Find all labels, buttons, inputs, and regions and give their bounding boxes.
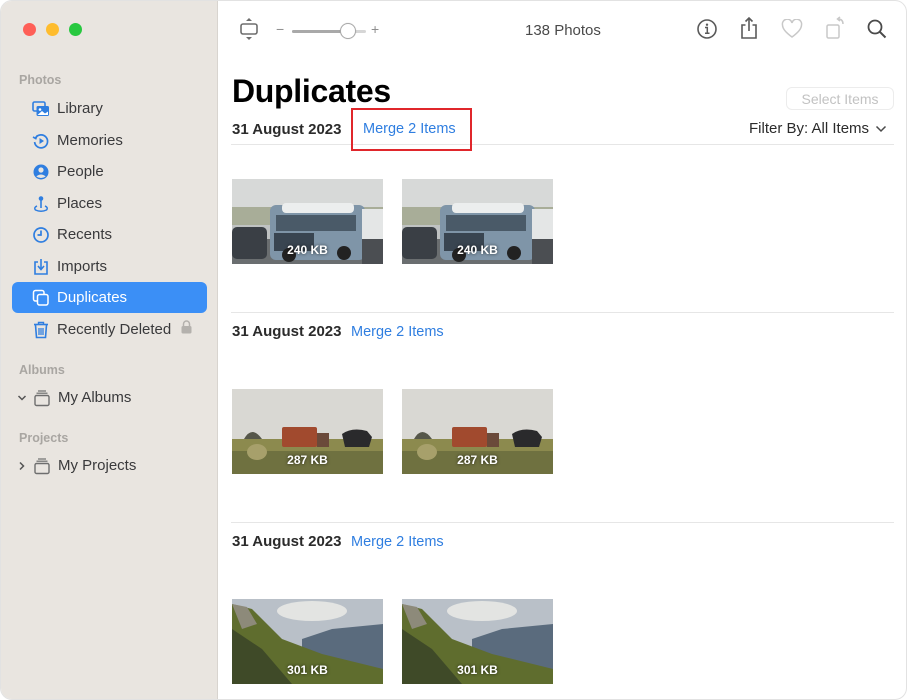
file-size-label: 287 KB [457, 453, 498, 467]
sidebar-item-library[interactable]: Library [12, 93, 207, 124]
file-size-label: 301 KB [457, 663, 498, 677]
group-date: 31 August 2023 [232, 533, 342, 550]
rotate-icon [825, 15, 847, 45]
sidebar-item-my-albums[interactable]: My Albums [12, 382, 207, 413]
sidebar-item-label: My Albums [58, 389, 132, 406]
section-label-photos: Photos [19, 73, 62, 87]
filter-label: Filter By: All Items [749, 120, 870, 137]
merge-items-link[interactable]: Merge 2 Items [351, 324, 444, 340]
file-size-label: 301 KB [287, 663, 328, 677]
window-controls [23, 23, 82, 36]
zoom-slider-knob[interactable] [339, 23, 356, 39]
sidebar-item-label: Recently Deleted [57, 321, 172, 338]
photo-thumbnail[interactable]: 287 KB [232, 389, 383, 474]
library-icon [31, 99, 51, 119]
search-icon [866, 18, 888, 45]
zoom-window-button[interactable] [69, 23, 82, 36]
photo-thumbnail[interactable]: 301 KB [232, 599, 383, 684]
photos-window: Photos Library Memories People Places Re… [0, 0, 907, 700]
aspect-ratio-toggle-button[interactable] [238, 17, 260, 46]
memories-icon [31, 131, 51, 151]
rotate-button[interactable] [824, 15, 848, 45]
divider [231, 522, 894, 523]
lock-icon [181, 320, 192, 339]
sidebar-item-label: Places [57, 195, 103, 212]
filter-dropdown[interactable]: Filter By: All Items [749, 120, 887, 137]
filter-value: All Items [811, 120, 870, 137]
chevron-down-icon[interactable] [17, 393, 27, 403]
info-icon [696, 18, 718, 45]
divider [231, 144, 894, 145]
sidebar-item-recents[interactable]: Recents [12, 219, 207, 250]
sidebar-item-label: Duplicates [57, 289, 128, 306]
sidebar-item-label: People [57, 163, 104, 180]
photo-thumbnail[interactable]: 240 KB [402, 179, 553, 264]
sidebar-item-my-projects[interactable]: My Projects [12, 450, 207, 481]
file-size-label: 287 KB [287, 453, 328, 467]
group-date: 31 August 2023 [232, 121, 342, 138]
section-label-albums: Albums [19, 363, 65, 377]
sidebar-item-label: My Projects [58, 457, 137, 474]
sidebar-item-label: Recents [57, 226, 113, 243]
zoom-in-icon[interactable]: + [371, 21, 379, 37]
places-icon [31, 194, 51, 214]
album-stack-icon [32, 456, 52, 476]
imports-icon [31, 257, 51, 277]
recents-icon [31, 225, 51, 245]
sidebar: Photos Library Memories People Places Re… [1, 1, 218, 699]
sidebar-item-places[interactable]: Places [12, 188, 207, 219]
page-title: Duplicates [232, 73, 391, 109]
share-button[interactable] [737, 16, 761, 45]
album-stack-icon [32, 388, 52, 408]
zoom-out-icon[interactable]: − [276, 21, 284, 37]
group-date: 31 August 2023 [232, 323, 342, 340]
photo-thumbnail[interactable]: 287 KB [402, 389, 553, 474]
photo-thumbnail[interactable]: 240 KB [232, 179, 383, 264]
chevron-right-icon[interactable] [17, 461, 27, 471]
chevron-down-icon [875, 120, 887, 137]
merge-items-link[interactable]: Merge 2 Items [351, 534, 444, 550]
divider [231, 312, 894, 313]
close-window-button[interactable] [23, 23, 36, 36]
sidebar-item-memories[interactable]: Memories [12, 125, 207, 156]
heart-icon [781, 17, 803, 44]
sidebar-item-label: Memories [57, 132, 123, 149]
trash-icon [31, 320, 51, 340]
file-size-label: 240 KB [287, 243, 328, 257]
sidebar-item-label: Library [57, 100, 103, 117]
photo-thumbnail[interactable]: 301 KB [402, 599, 553, 684]
file-size-label: 240 KB [457, 243, 498, 257]
merge-items-link[interactable]: Merge 2 Items [363, 121, 456, 137]
minimize-window-button[interactable] [46, 23, 59, 36]
sidebar-item-imports[interactable]: Imports [12, 251, 207, 282]
sidebar-item-duplicates[interactable]: Duplicates [12, 282, 207, 313]
sidebar-item-label: Imports [57, 258, 108, 275]
duplicates-icon [31, 288, 51, 308]
info-button[interactable] [695, 18, 719, 45]
favorite-button[interactable] [780, 17, 804, 44]
photo-count: 138 Photos [525, 22, 601, 39]
sidebar-item-recently-deleted[interactable]: Recently Deleted [12, 314, 207, 345]
search-button[interactable] [865, 19, 889, 43]
sidebar-item-people[interactable]: People [12, 156, 207, 187]
people-icon [31, 162, 51, 182]
select-items-button[interactable]: Select Items [786, 87, 894, 110]
aspect-ratio-icon [239, 17, 259, 46]
section-label-projects: Projects [19, 431, 69, 445]
share-icon [739, 16, 759, 45]
